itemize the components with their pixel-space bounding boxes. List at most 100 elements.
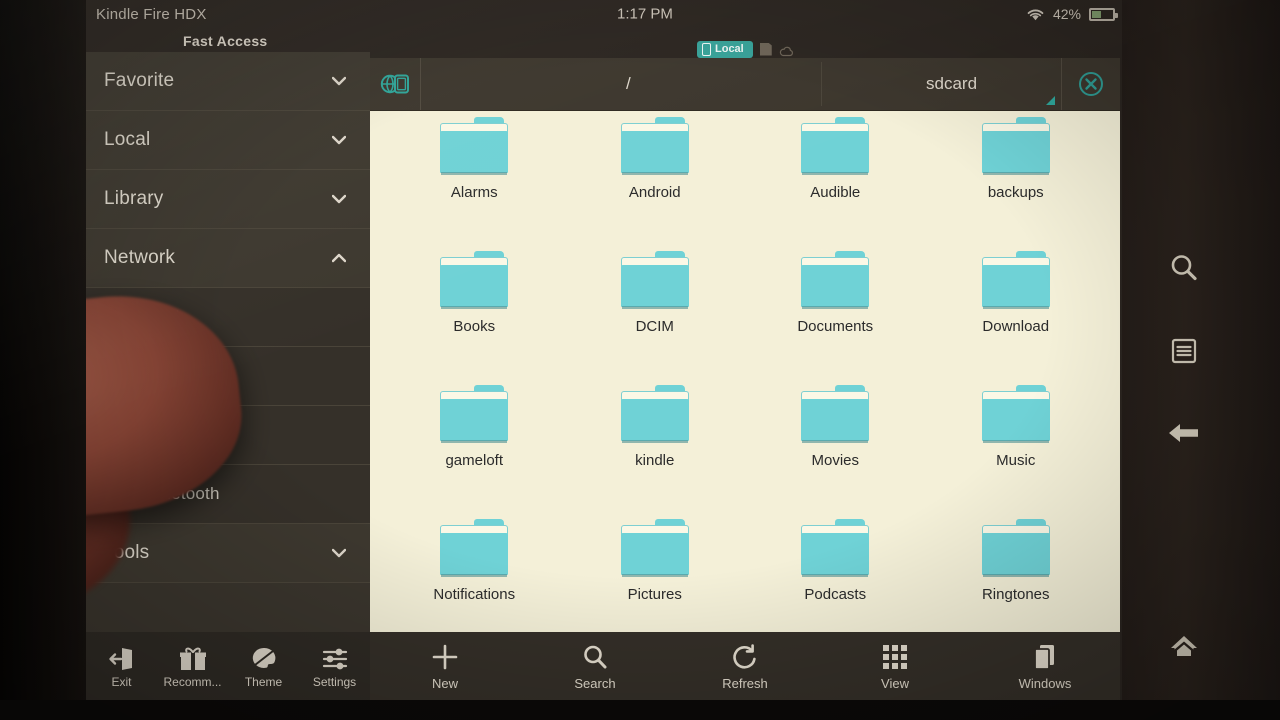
file-name: Pictures (627, 586, 682, 603)
file-item[interactable]: Audible (745, 113, 926, 247)
file-name: Notifications (433, 586, 516, 603)
file-item[interactable]: Movies (745, 381, 926, 515)
home-icon (1169, 633, 1199, 664)
file-manager-toolbar: New Search Refresh View Windows (370, 632, 1120, 700)
search-icon (1168, 252, 1200, 289)
fast-access-label: Fast Access (183, 33, 268, 49)
file-item[interactable]: backups (926, 113, 1107, 247)
gift-icon (179, 644, 207, 672)
folder-icon (801, 117, 870, 175)
refresh-button[interactable]: Refresh (670, 642, 820, 691)
file-grid-panel[interactable]: Alarms Android Audible backups Books DCI… (370, 111, 1120, 689)
recommend-button[interactable]: Recomm... (162, 644, 224, 689)
sidebar-item-label: Local (104, 129, 151, 150)
sidebar-item-label: Network (104, 247, 176, 268)
file-name: Movies (811, 452, 859, 469)
sdcard-icon[interactable] (759, 42, 772, 56)
search-label: Search (574, 675, 616, 691)
sidebar-item-network[interactable]: Network (86, 229, 370, 288)
folder-icon (981, 519, 1050, 577)
file-item[interactable]: gameloft (384, 381, 565, 515)
battery-percent: 42% (1052, 6, 1081, 22)
left-bottom-toolbar: Exit Recomm... Theme Settings (86, 632, 370, 700)
theme-button[interactable]: Theme (233, 644, 295, 689)
settings-label: Settings (312, 674, 357, 689)
file-item[interactable]: DCIM (565, 247, 746, 381)
refresh-icon (731, 642, 759, 672)
file-name: Podcasts (804, 586, 867, 603)
sysnav-search-button[interactable] (1156, 242, 1212, 298)
folder-icon (620, 251, 689, 309)
file-name: backups (987, 184, 1044, 201)
search-button[interactable]: Search (520, 642, 670, 691)
folder-icon (620, 519, 689, 577)
breadcrumb-current[interactable]: sdcard (926, 74, 977, 94)
folder-icon (981, 385, 1050, 443)
recommend-label: Recomm... (163, 674, 222, 689)
file-item[interactable]: Podcasts (745, 515, 926, 649)
sysnav-menu-button[interactable] (1156, 325, 1212, 381)
file-item[interactable]: Pictures (565, 515, 746, 649)
device-title: Kindle Fire HDX (96, 6, 207, 23)
file-name: kindle (635, 452, 675, 469)
device-icon (702, 42, 711, 56)
device-bezel-bottom (0, 700, 1280, 720)
file-item[interactable]: Documents (745, 247, 926, 381)
windows-button[interactable]: Windows (970, 642, 1120, 691)
folder-icon (440, 385, 509, 443)
device-bezel-left (0, 0, 86, 720)
new-button[interactable]: New (370, 642, 520, 691)
path-bar: / sdcard (370, 58, 1120, 111)
battery-icon (1089, 7, 1118, 21)
folder-icon (801, 385, 870, 443)
chevron-down-icon (332, 194, 346, 204)
breadcrumb-root[interactable]: / (626, 74, 631, 94)
new-label: New (431, 675, 458, 691)
chevron-down-icon (332, 548, 346, 558)
breadcrumb[interactable]: / sdcard (421, 58, 1061, 110)
exit-button[interactable]: Exit (91, 644, 153, 689)
close-circle-icon[interactable] (1061, 58, 1120, 110)
resize-handle[interactable] (1046, 96, 1055, 105)
settings-button[interactable]: Settings (304, 644, 366, 689)
breadcrumb-divider (821, 62, 822, 106)
file-item[interactable]: Download (926, 247, 1107, 381)
cloud-icon[interactable] (779, 44, 794, 56)
sidebar-item-library[interactable]: Library (86, 170, 370, 229)
chevron-down-icon (332, 76, 346, 86)
sidebar-item-favorite[interactable]: Favorite (86, 52, 370, 111)
sidebar-item-local[interactable]: Local (86, 111, 370, 170)
sysnav-back-button[interactable] (1156, 407, 1212, 463)
folder-icon (801, 519, 870, 577)
folder-icon (981, 251, 1050, 309)
file-name: Music (996, 452, 1036, 469)
system-navigation-bar (1122, 0, 1280, 720)
file-item[interactable]: Music (926, 381, 1107, 515)
status-indicators: 42% (1026, 6, 1118, 22)
file-name: Documents (797, 318, 874, 335)
file-name: Ringtones (981, 586, 1050, 603)
tab-local[interactable]: Local (697, 40, 753, 58)
file-item[interactable]: Notifications (384, 515, 565, 649)
file-grid: Alarms Android Audible backups Books DCI… (370, 111, 1120, 649)
view-label: View (881, 675, 909, 691)
file-item[interactable]: Books (384, 247, 565, 381)
exit-label: Exit (111, 674, 132, 689)
file-name: Download (982, 318, 1050, 335)
tablet-photo-screenshot: Kindle Fire HDX 1:17 PM 42% Fast Access … (0, 0, 1280, 720)
chevron-down-icon (332, 135, 346, 145)
globe-device-icon[interactable] (370, 58, 421, 110)
folder-icon (620, 385, 689, 443)
file-item[interactable]: Android (565, 113, 746, 247)
windows-label: Windows (1018, 675, 1072, 691)
file-name: Books (453, 318, 496, 335)
sysnav-home-button[interactable] (1156, 620, 1212, 676)
file-item[interactable]: Ringtones (926, 515, 1107, 649)
file-item[interactable]: kindle (565, 381, 746, 515)
file-name: gameloft (445, 452, 504, 469)
file-item[interactable]: Alarms (384, 113, 565, 247)
file-manager-window: / sdcard Alarms Android Audible backups … (370, 58, 1120, 689)
palette-icon (250, 644, 278, 672)
view-button[interactable]: View (820, 642, 970, 691)
back-arrow-icon (1167, 420, 1201, 451)
